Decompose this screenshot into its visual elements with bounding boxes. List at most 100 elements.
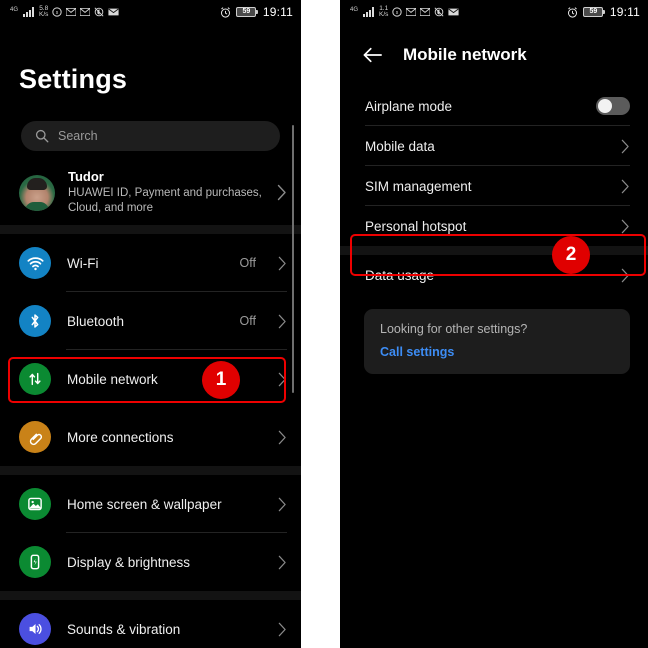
sidebar-item-bluetooth[interactable]: Bluetooth Off <box>0 292 301 350</box>
display-brightness-icon <box>19 546 51 578</box>
account-row[interactable]: Tudor HUAWEI ID, Payment and purchases, … <box>0 160 301 225</box>
more-connections-icon <box>19 421 51 453</box>
row-mobile-data[interactable]: Mobile data <box>340 126 648 166</box>
svg-text:s: s <box>396 10 399 16</box>
app-bar: Mobile network <box>340 24 648 86</box>
group-separator <box>0 225 301 234</box>
chevron-right-icon <box>620 268 630 283</box>
account-name: Tudor <box>68 169 104 184</box>
sidebar-item-label: More connections <box>67 429 174 445</box>
silent-mode-icon: s <box>392 7 403 17</box>
status-bar-right: 4G 1.1 K/s s 59 19:11 <box>340 0 648 24</box>
sidebar-item-wifi[interactable]: Wi-Fi Off <box>0 234 301 292</box>
scrollbar[interactable] <box>291 125 294 393</box>
sidebar-item-display-brightness[interactable]: Display & brightness <box>0 533 301 591</box>
step-badge-2: 2 <box>552 236 590 274</box>
chevron-right-icon <box>620 219 630 234</box>
sidebar-item-value: Off <box>239 314 256 328</box>
settings-screen: 4G 5.8 K/s s 59 19:11 Settings Search Tu… <box>0 0 301 648</box>
battery-tip <box>603 10 605 14</box>
message-icon <box>406 8 417 16</box>
search-placeholder: Search <box>58 129 98 143</box>
bluetooth-icon <box>19 305 51 337</box>
group-separator <box>340 246 648 255</box>
alarm-icon <box>220 6 231 18</box>
group-separator <box>0 466 301 475</box>
sidebar-item-sounds-vibration[interactable]: Sounds & vibration <box>0 600 301 648</box>
network-type-label: 4G <box>350 6 359 13</box>
network-type-label: 4G <box>10 6 19 13</box>
dual-screenshot: 4G 5.8 K/s s 59 19:11 Settings Search Tu… <box>0 0 648 648</box>
back-arrow-icon[interactable] <box>362 46 384 64</box>
signal-icon <box>363 7 375 17</box>
row-airplane-mode[interactable]: Airplane mode <box>340 86 648 126</box>
settings-group-sound: Sounds & vibration <box>0 600 301 648</box>
mobile-network-icon <box>19 363 51 395</box>
chevron-right-icon <box>277 430 287 445</box>
mobile-network-group-1: Airplane mode Mobile data SIM management <box>340 86 648 246</box>
mail-icon <box>448 8 460 16</box>
sidebar-item-label: Wi-Fi <box>67 255 99 271</box>
chevron-right-icon <box>620 139 630 154</box>
chevron-right-icon <box>277 314 287 329</box>
row-data-usage[interactable]: Data usage <box>340 255 648 295</box>
info-card: Looking for other settings? Call setting… <box>364 309 630 374</box>
message-icon <box>80 8 91 16</box>
data-speed-unit: K/s <box>379 11 389 18</box>
status-bar-left: 4G 5.8 K/s s 59 19:11 <box>0 0 301 24</box>
sidebar-item-label: Display & brightness <box>67 554 191 570</box>
panel-gap <box>301 0 340 648</box>
data-speed-unit: K/s <box>39 11 49 18</box>
mobile-network-group-2: Data usage <box>340 255 648 295</box>
status-bar-clock: 19:11 <box>262 5 293 19</box>
battery-level: 59 <box>236 7 257 17</box>
row-sim-management[interactable]: SIM management <box>340 166 648 206</box>
data-speed-icon: 5.8 K/s <box>39 5 49 19</box>
account-subtitle: HUAWEI ID, Payment and purchases, Cloud,… <box>68 187 262 214</box>
chevron-right-icon <box>277 555 287 570</box>
status-bar-left-icons: 4G 5.8 K/s s <box>10 5 120 19</box>
battery-icon: 59 <box>236 7 258 17</box>
chevron-right-icon <box>277 497 287 512</box>
group-separator <box>0 591 301 600</box>
signal-icon <box>23 7 35 17</box>
chevron-right-icon <box>277 372 287 387</box>
search-input[interactable]: Search <box>21 121 280 151</box>
mail-icon <box>108 8 120 16</box>
sidebar-item-label: Bluetooth <box>67 313 125 329</box>
battery-tip <box>256 10 258 14</box>
airplane-mode-toggle[interactable] <box>596 97 630 115</box>
page-title: Mobile network <box>403 45 527 64</box>
settings-group-connections: Wi-Fi Off Bluetooth Off Mobile network M… <box>0 234 301 466</box>
status-bar-right-icons: 59 19:11 <box>220 5 293 19</box>
wallpaper-icon <box>19 488 51 520</box>
svg-text:s: s <box>56 10 59 16</box>
row-label: Airplane mode <box>365 98 453 114</box>
battery-icon: 59 <box>583 7 605 17</box>
sidebar-item-mobile-network[interactable]: Mobile network <box>0 350 301 408</box>
chevron-right-icon <box>277 622 287 637</box>
data-speed-icon: 1.1 K/s <box>379 5 389 19</box>
row-label: SIM management <box>365 178 472 194</box>
page-title: Settings <box>19 64 128 94</box>
row-label: Personal hotspot <box>365 218 467 234</box>
sidebar-item-more-connections[interactable]: More connections <box>0 408 301 466</box>
chevron-right-icon <box>277 256 287 271</box>
avatar <box>19 174 55 211</box>
sidebar-item-home-screen-wallpaper[interactable]: Home screen & wallpaper <box>0 475 301 533</box>
status-bar-clock: 19:11 <box>609 5 640 19</box>
search-icon <box>35 129 49 143</box>
chevron-right-icon <box>620 179 630 194</box>
step-badge-1: 1 <box>202 361 240 399</box>
alarm-icon <box>567 6 578 18</box>
sidebar-item-label: Home screen & wallpaper <box>67 496 222 512</box>
info-card-question: Looking for other settings? <box>380 322 528 336</box>
call-settings-link[interactable]: Call settings <box>380 345 614 359</box>
status-bar-right-icons: 59 19:11 <box>567 5 640 19</box>
row-personal-hotspot[interactable]: Personal hotspot <box>340 206 648 246</box>
message-icon <box>420 8 431 16</box>
row-label: Mobile data <box>365 138 435 154</box>
sidebar-item-label: Sounds & vibration <box>67 621 181 637</box>
status-bar-left-icons: 4G 1.1 K/s s <box>350 5 460 19</box>
chevron-right-icon <box>276 184 287 201</box>
